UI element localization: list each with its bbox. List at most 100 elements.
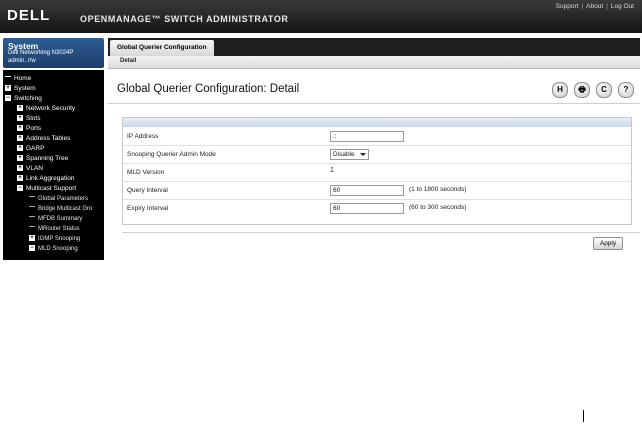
title-divider (108, 103, 640, 104)
nav-item[interactable]: Bridge Multicast Gro (29, 204, 92, 214)
nav-item-label: Multicast Support (26, 185, 77, 192)
expand-icon[interactable]: + (17, 145, 23, 151)
expand-icon[interactable]: + (17, 135, 23, 141)
nav-item[interactable]: MFDB Summary (29, 214, 82, 224)
nav-item-label: Bridge Multicast Gro (38, 206, 93, 212)
nav-item-label: Link Aggregation (26, 175, 75, 182)
expand-icon[interactable]: + (17, 115, 23, 121)
nav-item-label: Global Parameters (38, 196, 89, 202)
help-icon[interactable]: ? (618, 82, 634, 98)
nav-item[interactable]: + IGMP Snooping (29, 234, 80, 244)
page-margin-mark (583, 410, 584, 422)
expand-icon[interactable]: + (17, 125, 23, 131)
navigation-tree: Home + System − Switching + Network Security + S… (3, 70, 104, 260)
link-separator: | (581, 3, 584, 10)
nav-item-label: Switching (14, 95, 42, 102)
apply-button[interactable]: Apply (593, 237, 623, 250)
nav-item[interactable]: + Spanning Tree (17, 154, 68, 164)
system-model: Dell Networking N3024P (8, 50, 74, 56)
admin-mode-label: Snooping Querier Admin Mode (127, 151, 216, 158)
top-header-bar: DELL OPENMANAGE™ SWITCH ADMINISTRATOR Su… (0, 0, 642, 33)
nav-item[interactable]: Home (5, 74, 31, 84)
switch-admin-screenshot: DELL OPENMANAGE™ SWITCH ADMINISTRATOR Su… (0, 0, 642, 260)
system-user: admin, r/w (8, 58, 36, 64)
tree-branch-icon (29, 226, 35, 227)
nav-item[interactable]: + Slots (17, 114, 40, 124)
query-interval-label: Query Interval (127, 187, 168, 194)
panel-header (123, 118, 631, 127)
home-icon (5, 76, 11, 77)
nav-item-label: Slots (26, 115, 41, 122)
expand-icon[interactable]: + (17, 165, 23, 171)
subtab-detail[interactable]: Detail (120, 58, 136, 64)
tab-global-querier-configuration[interactable]: Global Querier Configuration (110, 40, 214, 56)
nav-item[interactable]: − Switching (5, 94, 42, 104)
query-interval-hint: (1 to 1800 seconds) (409, 186, 467, 193)
dell-logo: DELL (7, 7, 51, 24)
nav-item[interactable]: + System (5, 84, 36, 94)
nav-item[interactable]: + Link Aggregation (17, 174, 74, 184)
main-content: Global Querier Configuration Detail Glob… (108, 38, 640, 260)
nav-item-label: Ports (26, 125, 42, 132)
link-separator: | (606, 3, 608, 10)
nav-item-label: MFDB Summary (38, 216, 83, 222)
system-info-panel[interactable]: System Dell Networking N3024P admin, r/w (3, 38, 104, 68)
expiry-interval-input[interactable]: 60 (330, 203, 404, 214)
tree-branch-icon (29, 196, 35, 197)
mld-version-value: 1 (330, 167, 334, 174)
expand-icon[interactable]: + (29, 235, 35, 241)
nav-item-label: Address Tables (26, 135, 71, 142)
tree-branch-icon (29, 216, 35, 217)
nav-item[interactable]: + VLAN (17, 164, 43, 174)
form-divider (122, 232, 640, 233)
nav-item-label: Spanning Tree (26, 155, 69, 162)
collapse-icon[interactable]: − (5, 95, 11, 101)
collapse-icon[interactable]: − (17, 185, 23, 191)
nav-item-label: Network Security (26, 105, 76, 112)
nav-item-label: VLAN (26, 165, 43, 172)
collapse-icon[interactable]: − (29, 245, 35, 251)
header-links: Support | About | Log Out (556, 3, 634, 10)
nav-item[interactable]: + GARP (17, 144, 44, 154)
ip-address-label: IP Address (127, 133, 159, 140)
support-link[interactable]: Support (556, 3, 579, 10)
admin-mode-value: Disable (333, 151, 355, 158)
expand-icon[interactable]: + (5, 85, 11, 91)
subtab-bar: Detail (108, 56, 640, 69)
ip-address-input[interactable]: :: (330, 131, 404, 142)
nav-item[interactable]: Global Parameters (29, 194, 88, 204)
save-icon[interactable]: H (552, 82, 568, 98)
nav-item-label: GARP (26, 145, 45, 152)
querier-form-panel: IP Address :: Snooping Querier Admin Mod… (122, 117, 632, 225)
mld-version-label: MLD Version (127, 169, 165, 176)
expand-icon[interactable]: + (17, 155, 23, 161)
toolbar: H 🖶 C? (546, 82, 634, 98)
nav-item[interactable]: + Network Security (17, 104, 75, 114)
nav-item-label: MRouter Status (38, 226, 80, 232)
expand-icon[interactable]: + (17, 175, 23, 181)
nav-item-label: Home (14, 75, 32, 82)
chevron-down-icon (360, 153, 366, 156)
about-link[interactable]: About (586, 3, 603, 10)
nav-item-label: System (14, 85, 36, 92)
nav-item[interactable]: + Ports (17, 124, 41, 134)
query-interval-input[interactable]: 60 (330, 185, 404, 196)
nav-item[interactable]: + Address Tables (17, 134, 70, 144)
logout-link[interactable]: Log Out (611, 3, 634, 10)
print-icon[interactable]: 🖶 (574, 82, 590, 98)
admin-mode-row: Snooping Querier Admin Mode Disable (123, 146, 631, 164)
nav-item[interactable]: − Multicast Support (17, 184, 76, 194)
expand-icon[interactable]: + (17, 105, 23, 111)
admin-mode-select[interactable]: Disable (330, 149, 369, 160)
page-title: Global Querier Configuration: Detail (117, 83, 300, 95)
app-title: OPENMANAGE™ SWITCH ADMINISTRATOR (80, 14, 289, 24)
nav-item-label: IGMP Snooping (38, 236, 81, 242)
ip-address-row: IP Address :: (123, 128, 631, 146)
refresh-icon[interactable]: C (596, 82, 612, 98)
nav-item[interactable]: MRouter Status (29, 224, 80, 234)
expiry-interval-row: Expiry Interval 60 (60 to 300 seconds) (123, 200, 631, 217)
query-interval-row: Query Interval 60 (1 to 1800 seconds) (123, 182, 631, 200)
nav-item[interactable]: − MLD Snooping (29, 244, 78, 254)
expiry-interval-hint: (60 to 300 seconds) (409, 204, 467, 211)
mld-version-row: MLD Version 1 (123, 164, 631, 182)
